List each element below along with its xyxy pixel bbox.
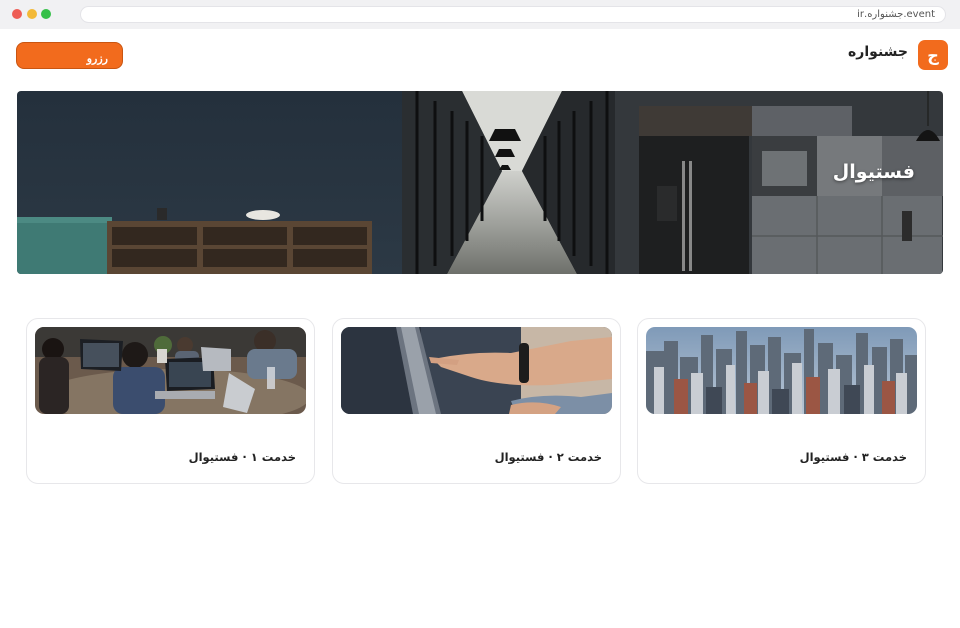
service-card-title: خدمت ۳ · فستیوال	[799, 450, 907, 464]
hero-banner: فستیوال	[17, 91, 943, 274]
service-card-2[interactable]: خدمت ۲ · فستیوال	[332, 318, 621, 484]
hero-office-image	[17, 91, 943, 274]
window-minimize-button[interactable]	[27, 9, 37, 19]
hero-title: فستیوال	[832, 161, 915, 183]
service-image-team-laptops	[35, 327, 306, 414]
brand-name[interactable]: جشنواره	[848, 44, 908, 60]
address-bar[interactable]: event.جشنواره.ir	[80, 6, 946, 23]
logo-icon[interactable]: ج	[918, 40, 948, 70]
service-card-3[interactable]: خدمت ۳ · فستیوال	[637, 318, 926, 484]
browser-chrome: event.جشنواره.ir	[0, 0, 960, 29]
service-card-1[interactable]: خدمت ۱ · فستیوال	[26, 318, 315, 484]
logo-letter: ج	[927, 45, 939, 65]
window-maximize-button[interactable]	[41, 9, 51, 19]
reserve-button[interactable]: رزرو	[16, 42, 123, 69]
service-image-city	[646, 327, 917, 414]
window-close-button[interactable]	[12, 9, 22, 19]
service-card-title: خدمت ۱ · فستیوال	[188, 450, 296, 464]
service-image-touchscreen	[341, 327, 612, 414]
service-card-title: خدمت ۲ · فستیوال	[494, 450, 602, 464]
url-text: event.جشنواره.ir	[857, 9, 935, 20]
